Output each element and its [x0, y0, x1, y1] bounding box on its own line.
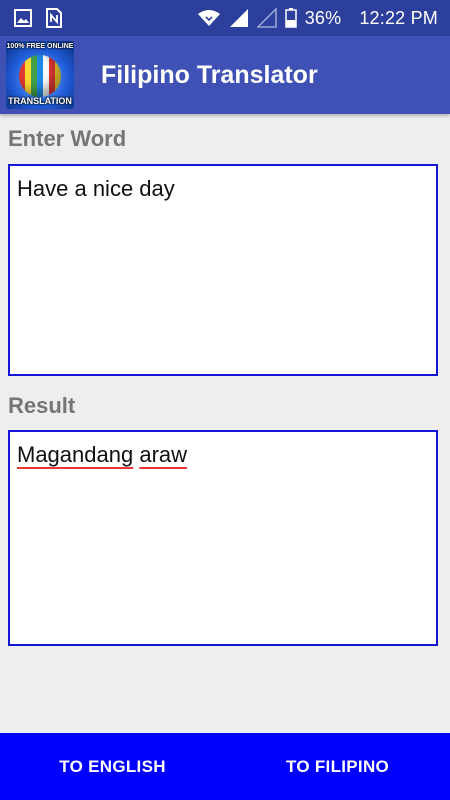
to-english-button[interactable]: TO ENGLISH: [0, 733, 225, 800]
battery-percent: 36%: [304, 7, 342, 28]
battery-icon: [284, 8, 297, 28]
enter-word-label: Enter Word: [8, 126, 127, 151]
result-word: araw: [139, 442, 188, 467]
sim-icon: [46, 8, 62, 28]
signal-empty-icon: [256, 8, 277, 28]
globe-icon: [19, 55, 61, 97]
to-filipino-button[interactable]: TO FILIPINO: [225, 733, 450, 800]
app-bar: 100% FREE ONLINE TRANSLATION Filipino Tr…: [0, 36, 450, 114]
button-bar: TO ENGLISH TO FILIPINO: [0, 733, 450, 800]
result-label: Result: [8, 393, 76, 418]
logo-top-text: 100% FREE ONLINE: [6, 43, 74, 50]
app-logo: 100% FREE ONLINE TRANSLATION: [6, 41, 74, 109]
status-bar: 36% 12:22 PM: [0, 0, 450, 36]
result-field[interactable]: Magandang araw: [8, 430, 438, 646]
enter-word-input[interactable]: Have a nice day: [8, 164, 438, 376]
image-icon: [14, 9, 32, 27]
clock: 12:22 PM: [359, 7, 438, 28]
signal-icon: [229, 8, 249, 28]
result-word: Magandang: [17, 442, 134, 467]
logo-bottom-text: TRANSLATION: [8, 96, 72, 106]
app-title: Filipino Translator: [101, 60, 318, 89]
wifi-icon: [197, 9, 221, 27]
